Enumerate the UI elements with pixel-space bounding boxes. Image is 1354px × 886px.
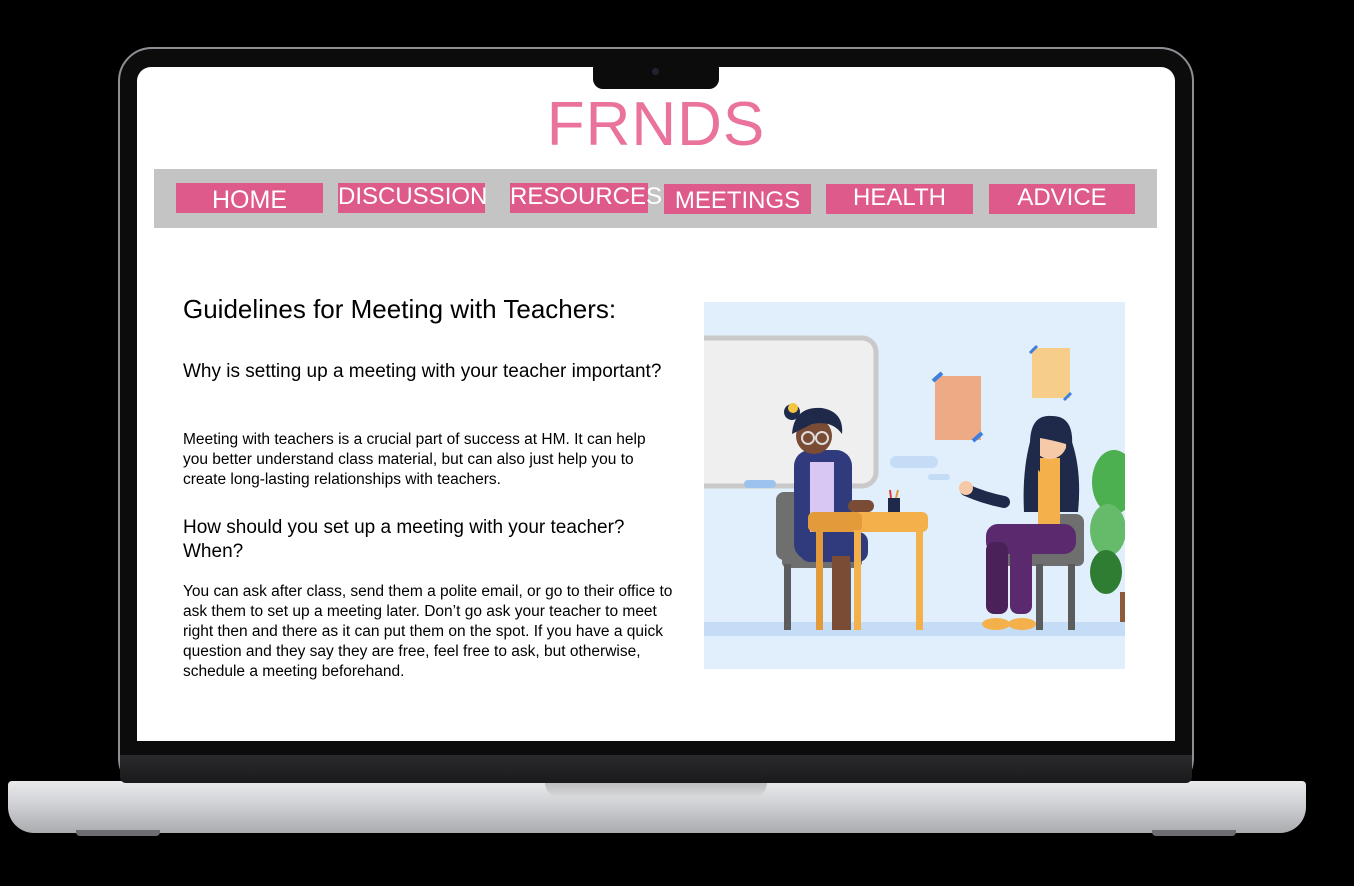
screen-bezel-bottom xyxy=(120,741,1192,755)
section-heading-why: Why is setting up a meeting with your te… xyxy=(183,361,662,382)
laptop-screen: FRNDS HOME DISCUSSION RESOURCES MEETINGS… xyxy=(137,67,1175,741)
nav-health[interactable]: HEALTH xyxy=(826,184,973,214)
laptop-hinge xyxy=(120,755,1192,783)
laptop-opening-groove xyxy=(545,781,767,797)
site-logo[interactable]: FRNDS xyxy=(137,90,1175,160)
nav-home[interactable]: HOME xyxy=(176,183,323,214)
meeting-illustration xyxy=(704,302,1125,669)
nav-meetings[interactable]: MEETINGS xyxy=(664,184,811,214)
nav-advice[interactable]: ADVICE xyxy=(989,184,1135,214)
nav-bar: HOME DISCUSSION RESOURCES MEETINGS HEALT… xyxy=(154,169,1157,228)
section-body-how: You can ask after class, send them a pol… xyxy=(183,583,673,680)
article-title: Guidelines for Meeting with Teachers: xyxy=(183,294,617,324)
laptop-foot-left xyxy=(76,830,160,836)
nav-resources[interactable]: RESOURCES xyxy=(510,183,662,213)
student-teacher-meeting-icon xyxy=(704,335,1125,636)
section-body-why: Meeting with teachers is a crucial part … xyxy=(183,431,646,488)
laptop-foot-right xyxy=(1152,830,1236,836)
camera-icon xyxy=(652,68,659,75)
nav-discussion[interactable]: DISCUSSION xyxy=(338,183,487,213)
section-heading-how: How should you set up a meeting with you… xyxy=(183,517,625,562)
